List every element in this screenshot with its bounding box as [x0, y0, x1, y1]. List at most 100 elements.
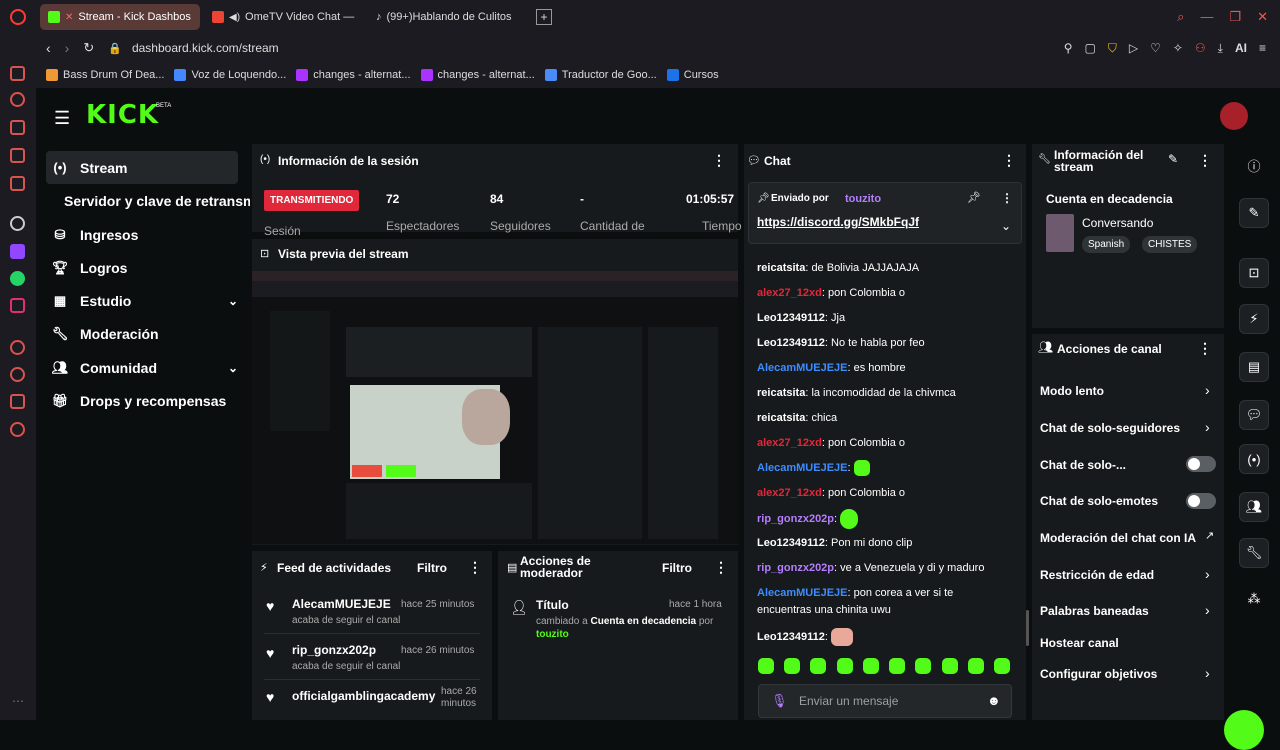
- more-options-icon[interactable]: ⋮: [712, 152, 726, 169]
- external-link-icon[interactable]: ↗: [1205, 529, 1214, 542]
- wrench-icon[interactable]: 🔧︎: [1239, 538, 1269, 568]
- hamburger-menu-icon[interactable]: ☰: [54, 108, 70, 129]
- chevron-right-icon[interactable]: ›: [1205, 382, 1210, 398]
- tab-ometv[interactable]: ◀) OmeTV Video Chat —: [204, 4, 364, 30]
- document-icon[interactable]: ▤: [1239, 352, 1269, 382]
- extensions-icon[interactable]: [10, 394, 25, 409]
- emotes-only-toggle[interactable]: [1186, 493, 1216, 509]
- edit-icon[interactable]: ✎: [1168, 152, 1178, 166]
- chat-icon[interactable]: 💬︎: [1239, 400, 1269, 430]
- sidebar-app-icon[interactable]: [10, 66, 25, 81]
- download-icon[interactable]: ⤓: [1218, 41, 1223, 56]
- edit-icon[interactable]: ✎: [1239, 198, 1269, 228]
- age-restriction-option[interactable]: Restricción de edad: [1040, 568, 1154, 582]
- bolt-icon[interactable]: ⚡︎: [1239, 304, 1269, 334]
- sidebar-app-icon[interactable]: [10, 92, 25, 107]
- bookmark-item[interactable]: changes - alternat...: [420, 69, 535, 81]
- shield-icon[interactable]: ⛉: [1108, 41, 1117, 56]
- users-icon[interactable]: 👥︎: [1239, 492, 1269, 522]
- info-icon[interactable]: ⓘ: [1239, 150, 1269, 180]
- back-icon[interactable]: ‹: [46, 40, 51, 56]
- filter-button[interactable]: Filtro: [662, 561, 692, 575]
- emote-icon[interactable]: [993, 658, 1010, 674]
- chevron-right-icon[interactable]: ›: [1205, 665, 1210, 681]
- screenshot-icon[interactable]: ▢: [1084, 41, 1095, 55]
- bookmark-item[interactable]: changes - alternat...: [296, 69, 411, 81]
- ai-button[interactable]: AI: [1235, 41, 1247, 55]
- sidebar-app-icon[interactable]: [10, 176, 25, 191]
- broadcast-icon[interactable]: (•): [1239, 444, 1269, 474]
- bookmark-item[interactable]: Bass Drum Of Dea...: [46, 69, 164, 81]
- sidebar-app-icon[interactable]: [10, 120, 25, 135]
- followers-only-option[interactable]: Chat de solo-seguidores: [1040, 421, 1180, 435]
- browser-menu-icon[interactable]: [0, 9, 36, 25]
- chevron-right-icon[interactable]: ›: [1205, 566, 1210, 582]
- microphone-icon[interactable]: 🎙︎: [771, 693, 788, 709]
- unpin-icon[interactable]: 📌︎: [967, 191, 981, 204]
- url-field[interactable]: dashboard.kick.com/stream: [132, 41, 279, 55]
- emoji-icon[interactable]: ☻: [987, 693, 1001, 708]
- more-options-icon[interactable]: ⋮: [1198, 152, 1212, 169]
- emote-icon[interactable]: [862, 658, 879, 674]
- sidebar-item-studio[interactable]: ▦ Estudio ⌄: [46, 284, 238, 317]
- banned-words-option[interactable]: Palabras baneadas: [1040, 604, 1149, 618]
- send-icon[interactable]: ▷: [1129, 41, 1138, 55]
- more-options-icon[interactable]: ⋮: [468, 559, 482, 576]
- sidebar-item-achievements[interactable]: 🏆︎ Logros: [46, 251, 238, 284]
- emote-icon[interactable]: [758, 658, 774, 674]
- new-tab-button[interactable]: +: [536, 9, 552, 25]
- floating-action-button[interactable]: [1224, 710, 1264, 750]
- bookmark-item[interactable]: Traductor de Goo...: [544, 69, 657, 81]
- sidebar-item-drops[interactable]: 🎁︎ Drops y recompensas: [46, 384, 238, 417]
- heart-icon[interactable]: ♡: [1150, 41, 1161, 55]
- emote-icon[interactable]: [915, 658, 932, 674]
- shapes-icon[interactable]: ⁂: [1239, 584, 1269, 614]
- player-icon[interactable]: [10, 340, 25, 355]
- reload-icon[interactable]: ↻: [83, 40, 94, 56]
- camera-icon[interactable]: ⊡: [1239, 258, 1269, 288]
- chevron-right-icon[interactable]: ›: [1205, 419, 1210, 435]
- pin-icon[interactable]: ⚲: [1064, 41, 1073, 55]
- settings-icon[interactable]: [10, 422, 25, 437]
- tab-kick-dashboard[interactable]: ✕ Stream - Kick Dashbos: [40, 4, 200, 30]
- instagram-icon[interactable]: [10, 298, 25, 313]
- avatar[interactable]: [1220, 102, 1248, 130]
- sidebar-app-icon[interactable]: [10, 148, 25, 163]
- emote-icon[interactable]: [889, 658, 906, 674]
- more-options-icon[interactable]: ⋮: [1002, 152, 1016, 169]
- kick-logo[interactable]: KICK: [86, 100, 159, 130]
- menu-icon[interactable]: ≡: [1259, 41, 1266, 55]
- more-options-icon[interactable]: ⋮: [714, 559, 728, 576]
- subscribers-only-toggle[interactable]: [1186, 456, 1216, 472]
- chat-input-box[interactable]: 🎙︎ Enviar un mensaje ☻: [758, 684, 1012, 718]
- pinned-user[interactable]: touzito: [845, 193, 881, 205]
- stream-preview-video[interactable]: [252, 271, 738, 544]
- filter-button[interactable]: Filtro: [417, 561, 447, 575]
- activity-user[interactable]: rip_gonzx202p: [292, 643, 376, 657]
- activity-user[interactable]: officialgamblingacademy: [292, 689, 435, 703]
- bookmark-item[interactable]: Cursos: [666, 69, 719, 81]
- tab-tiktok[interactable]: ♪ (99+)Hablando de Culitos: [368, 4, 528, 30]
- mute-icon[interactable]: ✕: [65, 12, 73, 23]
- slow-mode-option[interactable]: Modo lento: [1040, 384, 1104, 398]
- emote-icon[interactable]: [836, 658, 853, 674]
- ai-moderation-option[interactable]: Moderación del chat con IA: [1040, 531, 1196, 545]
- twitch-icon[interactable]: [10, 244, 25, 259]
- sidebar-item-server-key[interactable]: Servidor y clave de retransm: [64, 184, 250, 217]
- minimize-icon[interactable]: —: [1200, 9, 1213, 25]
- category-name[interactable]: Conversando: [1082, 216, 1153, 230]
- pinned-link[interactable]: https://discord.gg/SMkbFqJf: [757, 215, 919, 229]
- more-icon[interactable]: ⋯: [12, 694, 24, 708]
- more-options-icon[interactable]: ⋮: [1001, 191, 1013, 205]
- chat-scrollbar[interactable]: [1026, 610, 1029, 646]
- goals-option[interactable]: Configurar objetivos: [1040, 667, 1157, 681]
- sidebar-item-stream[interactable]: (•) Stream: [46, 151, 238, 184]
- emote-icon[interactable]: [810, 658, 827, 674]
- sidebar-item-moderation[interactable]: 🔧︎ Moderación: [46, 317, 238, 350]
- restore-icon[interactable]: ❐: [1229, 9, 1241, 25]
- speaker-icon[interactable]: ◀): [229, 12, 240, 23]
- profile-icon[interactable]: ⚇: [1195, 41, 1206, 55]
- close-icon[interactable]: ✕: [1257, 9, 1268, 25]
- whatsapp-icon[interactable]: [10, 271, 25, 286]
- sidebar-item-revenue[interactable]: ⛁ Ingresos: [46, 218, 238, 251]
